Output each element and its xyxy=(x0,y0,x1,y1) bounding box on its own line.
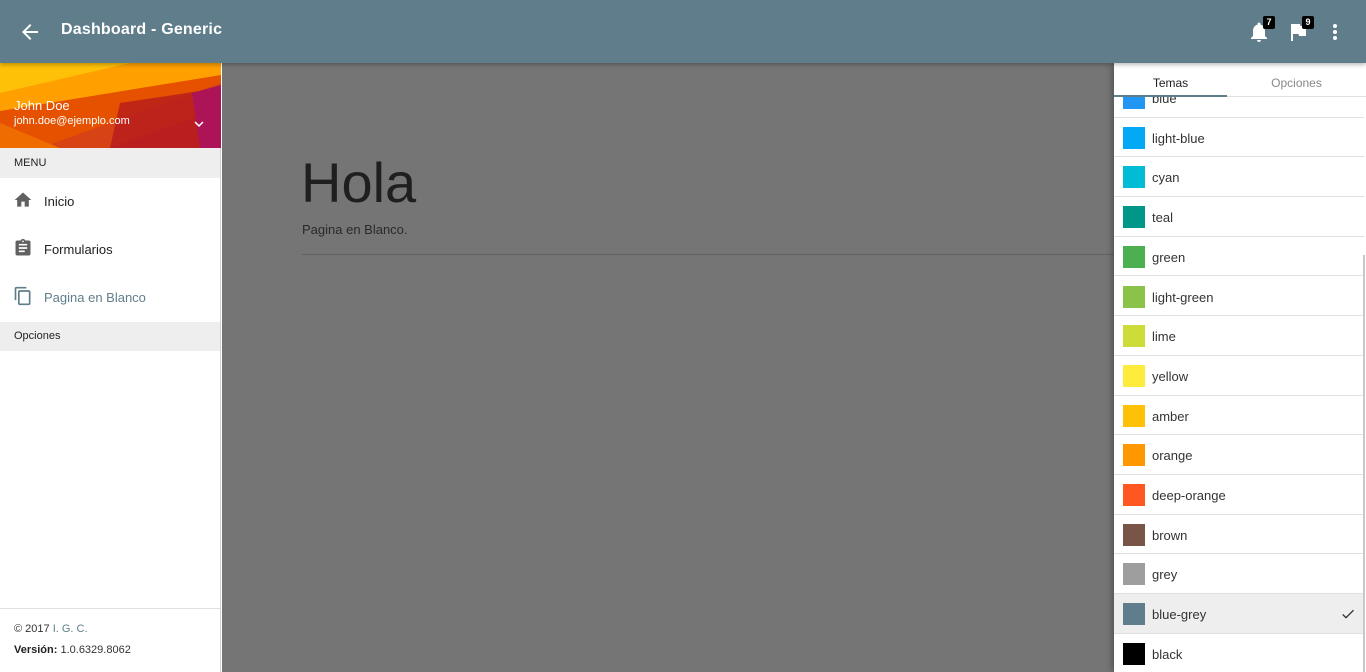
color-swatch xyxy=(1123,563,1145,586)
panel-tabs: Temas Opciones xyxy=(1114,63,1366,97)
tab-temas[interactable]: Temas xyxy=(1114,63,1227,97)
theme-option-blue[interactable]: blue xyxy=(1114,97,1364,118)
color-swatch xyxy=(1123,444,1145,467)
user-email: john.doe@ejemplo.com xyxy=(14,115,130,127)
theme-label: deep-orange xyxy=(1152,488,1226,503)
flags-button[interactable]: 9 xyxy=(1286,16,1314,44)
theme-label: brown xyxy=(1152,527,1188,543)
copyright-text: © 2017 xyxy=(14,623,50,635)
sidebar-footer: © 2017 I. G. C. Versión: 1.0.6329.8062 xyxy=(0,608,220,672)
theme-option-amber[interactable]: amber xyxy=(1114,396,1364,436)
profile-expand-button[interactable] xyxy=(190,115,208,133)
divider xyxy=(302,254,1114,255)
more-vert-icon xyxy=(1333,24,1337,40)
color-swatch xyxy=(1123,245,1145,268)
color-swatch xyxy=(1123,325,1145,348)
more-vert-button[interactable] xyxy=(1323,20,1347,44)
home-icon xyxy=(13,190,33,212)
scrollbar[interactable] xyxy=(1363,255,1365,672)
page-title: Hola xyxy=(301,151,417,214)
color-swatch xyxy=(1123,523,1145,546)
version-line: Versión: 1.0.6329.8062 xyxy=(14,644,220,665)
app-toolbar: Dashboard - Generic 7 9 xyxy=(0,0,1366,63)
notifications-badge: 7 xyxy=(1263,16,1275,29)
color-swatch xyxy=(1123,126,1145,149)
color-swatch xyxy=(1123,642,1145,665)
theme-label: cyan xyxy=(1152,170,1180,186)
sidebar-item-label: Pagina en Blanco xyxy=(44,290,146,305)
color-swatch xyxy=(1123,404,1145,427)
sidebar-item-formularios[interactable]: Formularios xyxy=(0,226,220,274)
theme-label: orange xyxy=(1152,448,1193,464)
clipboard-icon xyxy=(13,238,33,260)
menu-section-header: MENU xyxy=(0,148,220,178)
version-label: Versión: xyxy=(14,644,58,656)
color-swatch xyxy=(1123,285,1145,308)
sidebar-item-pagina-en-blanco[interactable]: Pagina en Blanco xyxy=(0,274,220,322)
theme-label: green xyxy=(1152,249,1186,265)
page-subtitle: Pagina en Blanco. xyxy=(302,222,408,237)
profile-header: John Doe john.doe@ejemplo.com xyxy=(0,63,221,148)
theme-option-yellow[interactable]: yellow xyxy=(1114,356,1364,396)
color-swatch xyxy=(1123,484,1145,506)
theme-option-light-green[interactable]: light-green xyxy=(1114,277,1364,317)
theme-label: blue xyxy=(1152,97,1177,106)
check-icon xyxy=(1342,609,1354,619)
theme-option-lime[interactable]: lime xyxy=(1114,316,1364,356)
color-swatch xyxy=(1123,166,1145,189)
theme-option-blue-grey[interactable]: blue-grey xyxy=(1114,594,1364,634)
sidebar: John Doe john.doe@ejemplo.com MENU Inici… xyxy=(0,63,221,672)
copy-icon xyxy=(13,286,33,308)
chevron-down-icon xyxy=(194,121,204,127)
theme-option-light-blue[interactable]: light-blue xyxy=(1114,118,1364,158)
theme-option-cyan[interactable]: cyan xyxy=(1114,157,1364,198)
theme-option-brown[interactable]: brown xyxy=(1114,515,1364,555)
sidebar-item-label: Inicio xyxy=(44,194,75,209)
theme-option-grey[interactable]: grey xyxy=(1114,554,1364,595)
theme-label: lime xyxy=(1152,329,1176,345)
notifications-button[interactable]: 7 xyxy=(1247,16,1275,44)
user-name: John Doe xyxy=(14,98,70,113)
theme-option-teal[interactable]: teal xyxy=(1114,197,1364,237)
theme-label: light-green xyxy=(1152,289,1214,305)
theme-label: light-blue xyxy=(1152,130,1205,146)
color-swatch xyxy=(1123,364,1145,387)
settings-panel: Temas Opciones blue light-blue cyan teal gre… xyxy=(1114,63,1366,672)
theme-label: amber xyxy=(1152,408,1189,424)
color-swatch xyxy=(1123,206,1145,229)
theme-label: teal xyxy=(1152,210,1173,226)
theme-label: black xyxy=(1152,646,1183,662)
color-swatch xyxy=(1123,97,1145,109)
back-arrow-icon[interactable] xyxy=(18,20,42,44)
main-content[interactable]: Hola Pagina en Blanco. xyxy=(222,63,1114,672)
theme-label: yellow xyxy=(1152,368,1189,384)
theme-label: grey xyxy=(1152,567,1178,583)
theme-list[interactable]: blue light-blue cyan teal green light-green li… xyxy=(1114,97,1364,672)
theme-option-black[interactable]: black xyxy=(1114,634,1364,672)
app-title: Dashboard - Generic xyxy=(61,21,223,38)
sidebar-item-inicio[interactable]: Inicio xyxy=(0,178,220,226)
theme-option-green[interactable]: green xyxy=(1114,237,1364,277)
tab-opciones[interactable]: Opciones xyxy=(1240,63,1353,97)
theme-option-deep-orange[interactable]: deep-orange xyxy=(1114,475,1364,515)
flags-badge: 9 xyxy=(1302,16,1314,29)
version-value: 1.0.6329.8062 xyxy=(60,644,131,656)
company-link[interactable]: I. G. C. xyxy=(53,623,88,635)
copyright-line: © 2017 I. G. C. xyxy=(14,623,220,644)
theme-label: blue-grey xyxy=(1152,607,1207,623)
theme-option-orange[interactable]: orange xyxy=(1114,435,1364,475)
color-swatch xyxy=(1123,603,1145,626)
options-section-header: Opciones xyxy=(0,322,220,351)
sidebar-item-label: Formularios xyxy=(44,242,113,257)
